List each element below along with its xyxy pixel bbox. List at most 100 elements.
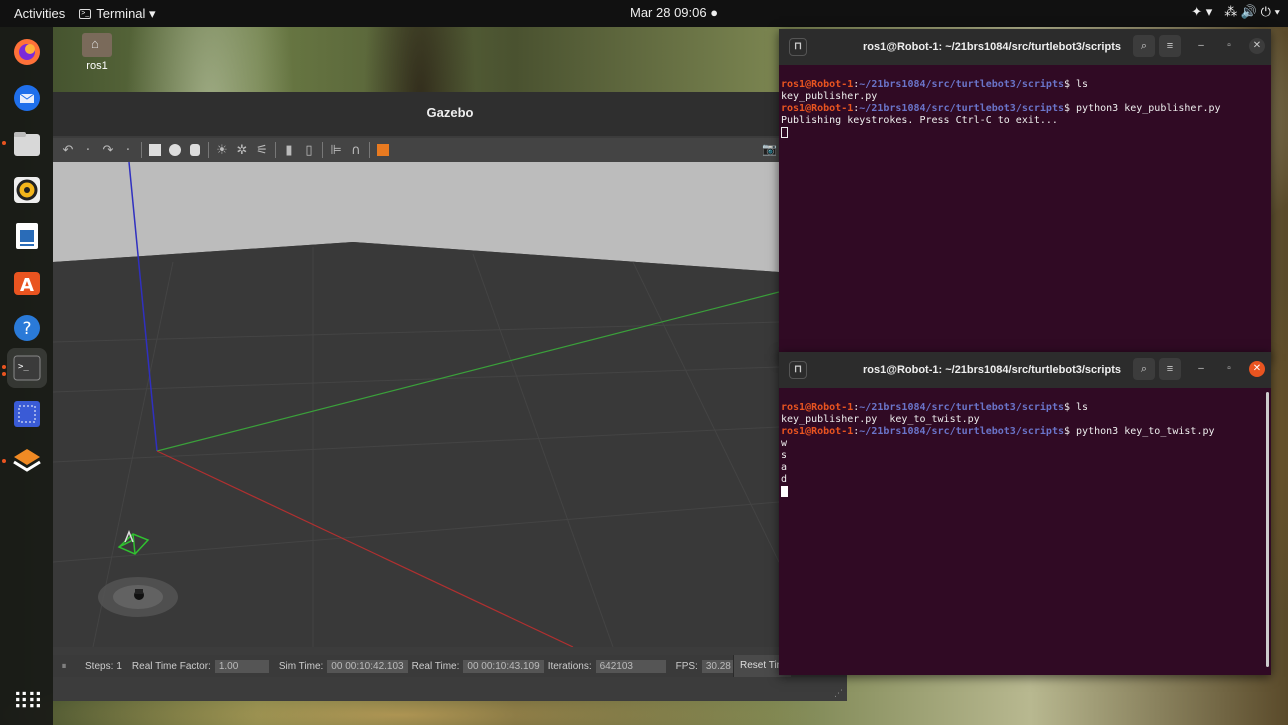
terminal-line: ros1@Robot-1:~/21brs1084/src/turtlebot3/… [781, 79, 1089, 90]
software-center-icon[interactable]: A [7, 262, 47, 302]
system-menu[interactable]: ⁂ 🔊 ⏻ ▾ [1224, 4, 1280, 20]
fps-label: FPS: [675, 660, 698, 672]
thunderbird-icon[interactable] [7, 78, 47, 118]
dock: A ? >_ ⠿⠿ [0, 27, 53, 725]
cylinder-shape-icon[interactable] [188, 143, 202, 157]
paste-icon[interactable]: ▯ [302, 143, 316, 158]
snap-icon[interactable]: ∩ [349, 143, 363, 158]
resize-grip-icon[interactable]: ⋰ [834, 689, 843, 699]
gazebo-titlebar[interactable]: Gazebo [53, 92, 847, 136]
terminal-line: key_publisher.py [781, 91, 878, 102]
toolbar-divider [141, 142, 142, 158]
apps-grid-icon[interactable]: ⠿⠿ [7, 682, 47, 722]
terminal-line: a [781, 462, 788, 473]
sim-time-label: Sim Time: [278, 660, 324, 672]
home-folder-icon [82, 33, 112, 57]
terminal-line: w [781, 438, 788, 449]
firefox-icon[interactable] [7, 32, 47, 72]
terminal-cursor [781, 486, 1269, 499]
spot-light-icon[interactable]: ✲ [235, 143, 249, 158]
point-light-icon[interactable]: ☀ [215, 143, 229, 158]
copy-icon[interactable]: ▮ [282, 143, 296, 158]
running-indicator [2, 372, 6, 376]
home-folder-label: ros1 [86, 60, 108, 72]
terminal-icon: >_ [79, 8, 92, 19]
terminal-window-twist[interactable]: ⊓ ros1@Robot-1: ~/21brs1084/src/turtlebo… [779, 352, 1271, 675]
terminal-line: ros1@Robot-1:~/21brs1084/src/turtlebot3/… [781, 402, 1089, 413]
turtlebot-model [134, 589, 144, 600]
close-icon[interactable]: ✕ [1249, 38, 1265, 54]
terminal-line: d [781, 474, 788, 485]
sim-time-value: 00 00:10:42.103 [327, 659, 408, 673]
directional-light-icon[interactable]: ⚟ [255, 143, 269, 158]
toolbar-divider [322, 142, 323, 158]
iterations-value: 642103 [595, 659, 666, 673]
screenshot-icon[interactable] [7, 394, 47, 434]
change-view-icon[interactable] [376, 143, 390, 157]
minimize-icon[interactable]: – [1193, 361, 1209, 377]
undo-menu-icon[interactable]: · [81, 143, 95, 158]
terminal-line: Publishing keystrokes. Press Ctrl-C to e… [781, 115, 1058, 126]
toolbar-divider [369, 142, 370, 158]
system-tray[interactable]: ✦ ▾ ⁂ 🔊 ⏻ ▾ [1191, 4, 1280, 20]
terminal-line: ros1@Robot-1:~/21brs1084/src/turtlebot3/… [781, 426, 1215, 437]
app-menu[interactable]: >_ Terminal ▾ [79, 5, 156, 22]
iterations-label: Iterations: [547, 660, 592, 672]
toolbar-divider [275, 142, 276, 158]
search-icon[interactable]: ⌕ [1133, 35, 1155, 57]
gazebo-window[interactable]: Gazebo ↶ · ↷ · ☀ ✲ ⚟ ▮ ▯ ⊫ ∩ 📷 ⏸ Steps: … [53, 92, 847, 701]
terminal-line: s [781, 450, 788, 461]
accessibility-menu[interactable]: ✦ ▾ [1191, 4, 1212, 20]
activities-button[interactable]: Activities [0, 6, 79, 21]
terminal-output[interactable]: ros1@Robot-1:~/21brs1084/src/turtlebot3/… [779, 65, 1271, 166]
screenshot-camera-icon[interactable]: 📷 [762, 142, 777, 156]
hamburger-menu-icon[interactable]: ≡ [1159, 35, 1181, 57]
running-indicator [2, 459, 6, 463]
rhythmbox-icon[interactable] [7, 170, 47, 210]
terminal-titlebar[interactable]: ⊓ ros1@Robot-1: ~/21brs1084/src/turtlebo… [779, 352, 1271, 388]
terminal-scrollbar[interactable] [1266, 392, 1269, 667]
box-shape-icon[interactable] [148, 143, 162, 157]
terminal-output[interactable]: ros1@Robot-1:~/21brs1084/src/turtlebot3/… [779, 388, 1271, 525]
real-time-factor-label: Real Time Factor: [131, 660, 211, 672]
running-indicator [2, 365, 6, 369]
gazebo-3d-viewport[interactable] [53, 162, 779, 647]
close-icon[interactable]: ✕ [1249, 361, 1265, 377]
redo-menu-icon[interactable]: · [121, 143, 135, 158]
libreoffice-writer-icon[interactable] [7, 216, 47, 256]
steps-value[interactable]: 1 [116, 661, 122, 672]
toolbar-divider [208, 142, 209, 158]
gazebo-status-bar: ⏸ Steps: 1 Real Time Factor: 1.00 Sim Ti… [53, 655, 847, 677]
help-icon[interactable]: ? [7, 308, 47, 348]
pause-button[interactable]: ⏸ [53, 661, 75, 672]
files-icon[interactable] [7, 124, 47, 164]
svg-text:>_: >_ [18, 362, 29, 372]
top-bar: Activities >_ Terminal ▾ Mar 28 09:06 ● … [0, 0, 1288, 27]
terminal-line: ros1@Robot-1:~/21brs1084/src/turtlebot3/… [781, 103, 1221, 114]
maximize-icon[interactable]: ▫ [1221, 361, 1237, 377]
steps-label: Steps: [85, 660, 114, 672]
search-icon[interactable]: ⌕ [1133, 358, 1155, 380]
maximize-icon[interactable]: ▫ [1221, 38, 1237, 54]
terminal-window-publisher[interactable]: ⊓ ros1@Robot-1: ~/21brs1084/src/turtlebo… [779, 29, 1271, 359]
terminal-icon[interactable]: >_ [7, 348, 47, 388]
real-time-label: Real Time: [411, 660, 460, 672]
undo-icon[interactable]: ↶ [61, 143, 75, 158]
layers-icon[interactable] [7, 440, 47, 480]
terminal-titlebar[interactable]: ⊓ ros1@Robot-1: ~/21brs1084/src/turtlebo… [779, 29, 1271, 65]
real-time-value: 00 00:10:43.109 [463, 659, 544, 673]
app-menu-label: Terminal ▾ [96, 5, 156, 21]
align-icon[interactable]: ⊫ [329, 143, 343, 158]
home-folder-desktop-icon[interactable]: ros1 [80, 33, 114, 72]
svg-text:A: A [20, 275, 34, 296]
terminal-title: ros1@Robot-1: ~/21brs1084/src/turtlebot3… [862, 364, 1121, 376]
minimize-icon[interactable]: – [1193, 38, 1209, 54]
hamburger-menu-icon[interactable]: ≡ [1159, 358, 1181, 380]
terminal-cursor [781, 127, 1269, 140]
sphere-shape-icon[interactable] [168, 143, 182, 157]
terminal-line: key_publisher.py key_to_twist.py [781, 414, 980, 425]
svg-text:?: ? [22, 319, 31, 339]
clock[interactable]: Mar 28 09:06 ● [630, 5, 718, 20]
terminal-title: ros1@Robot-1: ~/21brs1084/src/turtlebot3… [862, 41, 1121, 53]
redo-icon[interactable]: ↷ [101, 143, 115, 158]
